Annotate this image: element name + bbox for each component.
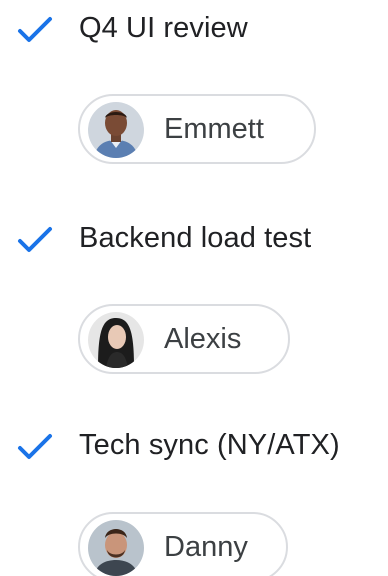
avatar-alexis xyxy=(88,312,144,368)
task-item-q4-ui-review[interactable]: Q4 UI review xyxy=(0,0,388,60)
assignee-name: Danny xyxy=(164,531,248,563)
checkmark-icon[interactable] xyxy=(16,225,54,255)
checkmark-icon[interactable] xyxy=(16,15,54,45)
assignee-chip-alexis[interactable]: Alexis xyxy=(78,304,290,374)
task-title: Backend load test xyxy=(79,222,312,254)
avatar-emmett xyxy=(88,102,144,158)
task-list: Q4 UI review Emmett Backend load test Al… xyxy=(0,0,388,576)
task-item-tech-sync[interactable]: Tech sync (NY/ATX) xyxy=(0,417,388,477)
assignee-chip-emmett[interactable]: Emmett xyxy=(78,94,316,164)
assignee-name: Emmett xyxy=(164,113,264,145)
avatar-danny xyxy=(88,520,144,576)
assignee-chip-danny[interactable]: Danny xyxy=(78,512,288,576)
checkmark-icon[interactable] xyxy=(16,432,54,462)
task-title: Q4 UI review xyxy=(79,12,248,44)
task-item-backend-load-test[interactable]: Backend load test xyxy=(0,210,388,270)
task-title: Tech sync (NY/ATX) xyxy=(79,429,340,461)
assignee-name: Alexis xyxy=(164,323,242,355)
